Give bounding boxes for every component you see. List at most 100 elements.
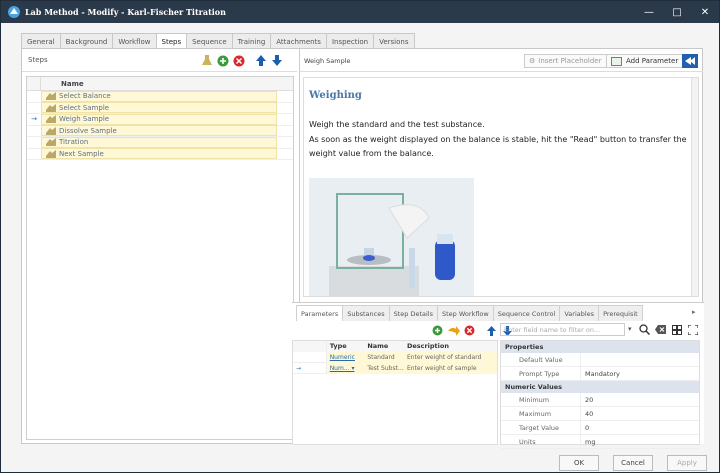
column-name: Name bbox=[61, 79, 84, 88]
clear-filter-icon[interactable] bbox=[654, 323, 667, 336]
app-icon bbox=[8, 6, 20, 18]
step-row[interactable]: Titration bbox=[27, 136, 293, 149]
property-name: Default Value bbox=[501, 352, 581, 367]
property-name: Units bbox=[501, 434, 581, 449]
type-cell[interactable]: Numeric bbox=[326, 351, 365, 363]
step-name-cell[interactable]: Dissolve Sample bbox=[41, 125, 277, 137]
bottom-tab-step-details[interactable]: Step Details bbox=[388, 305, 438, 321]
move-down-icon[interactable] bbox=[270, 54, 283, 67]
param-row[interactable]: → Num... ▾ Test Subst... Enter weight of sa… bbox=[293, 362, 497, 374]
bottom-tab-substances[interactable]: Substances bbox=[342, 305, 390, 321]
insert-placeholder-button[interactable]: ⚙ Insert Placeholder bbox=[524, 54, 607, 68]
property-section-header[interactable]: Properties bbox=[501, 341, 699, 353]
tab-workflow[interactable]: Workflow bbox=[112, 33, 157, 49]
step-row[interactable]: Select Balance bbox=[27, 90, 293, 103]
header-type: Type bbox=[326, 340, 365, 352]
window-title: Lab Method - Modify - Karl-Fischer Titra… bbox=[25, 7, 226, 17]
step-name-cell[interactable]: Weigh Sample bbox=[41, 113, 277, 125]
row-indicator: → bbox=[31, 115, 37, 124]
expand-all-icon[interactable] bbox=[686, 323, 699, 336]
property-value[interactable]: 20 bbox=[581, 396, 593, 404]
bottom-tab-parameters[interactable]: Parameters bbox=[296, 305, 344, 321]
step-row[interactable]: Select Sample bbox=[27, 102, 293, 114]
tab-attachments[interactable]: Attachments bbox=[270, 33, 327, 49]
step-name-cell[interactable]: Select Balance bbox=[41, 90, 277, 102]
steps-panel: Steps Name Select Balance Select Sample → W… bbox=[21, 48, 704, 449]
bottom-tab-variables[interactable]: Variables bbox=[559, 305, 600, 321]
name-cell[interactable]: Test Subst... bbox=[364, 362, 404, 374]
description-cell[interactable]: Enter weight of sample bbox=[403, 362, 497, 374]
property-value[interactable]: Mandatory bbox=[581, 370, 620, 378]
step-icon bbox=[46, 138, 56, 147]
minimize-button[interactable]: — bbox=[635, 1, 663, 23]
steps-toolbar bbox=[200, 54, 286, 67]
bottom-tab-prerequisit[interactable]: Prerequisit bbox=[598, 305, 643, 321]
maximize-button[interactable]: □ bbox=[663, 1, 691, 23]
ok-button[interactable]: OK bbox=[559, 455, 599, 471]
tab-sequence[interactable]: Sequence bbox=[186, 33, 233, 49]
bottom-tab-step-workflow[interactable]: Step Workflow bbox=[437, 305, 494, 321]
add-icon[interactable] bbox=[216, 54, 229, 67]
delete-param-icon[interactable] bbox=[463, 324, 476, 337]
step-row[interactable]: Dissolve Sample bbox=[27, 125, 293, 137]
collapse-icon[interactable] bbox=[682, 54, 698, 68]
property-row[interactable]: Default Value bbox=[501, 352, 699, 367]
header-description: Description bbox=[403, 340, 497, 352]
param-up-icon[interactable] bbox=[485, 324, 498, 337]
row-indicator bbox=[27, 137, 41, 148]
row-indicator: → bbox=[293, 362, 327, 374]
steps-grid: Name Select Balance Select Sample → Weigh S… bbox=[26, 76, 294, 440]
name-cell[interactable]: Standard bbox=[364, 351, 404, 363]
filter-dropdown-icon[interactable]: ▾ bbox=[628, 325, 632, 333]
add-param-icon[interactable] bbox=[431, 324, 444, 337]
step-row[interactable]: → Weigh Sample bbox=[27, 113, 293, 126]
tab-training[interactable]: Training bbox=[231, 33, 272, 49]
property-row[interactable]: Target Value 0 bbox=[501, 420, 699, 435]
flask-icon[interactable] bbox=[200, 54, 213, 67]
description-cell[interactable]: Enter weight of standard bbox=[403, 351, 497, 363]
cancel-button[interactable]: Cancel bbox=[613, 455, 653, 471]
step-row[interactable]: Next Sample bbox=[27, 148, 293, 160]
type-cell[interactable]: Num... ▾ bbox=[326, 362, 365, 374]
tab-background[interactable]: Background bbox=[59, 33, 114, 49]
property-value[interactable]: mg bbox=[581, 438, 595, 446]
filter-toolbar bbox=[638, 323, 702, 336]
property-section-header[interactable]: Numeric Values bbox=[501, 381, 699, 393]
move-up-icon[interactable] bbox=[254, 54, 267, 67]
step-name: Select Balance bbox=[59, 92, 111, 101]
property-value[interactable]: 0 bbox=[581, 424, 589, 432]
search-icon[interactable] bbox=[638, 323, 651, 336]
step-name-cell[interactable]: Next Sample bbox=[41, 148, 277, 160]
tab-versions[interactable]: Versions bbox=[373, 33, 415, 49]
property-row[interactable]: Maximum 40 bbox=[501, 406, 699, 421]
apply-button[interactable]: Apply bbox=[667, 455, 707, 471]
insert-arrow-icon[interactable] bbox=[447, 324, 460, 337]
property-filter-input[interactable]: Enter field name to filter on... bbox=[500, 323, 625, 336]
properties-grid: Properties Default Value Prompt Type Mandat… bbox=[500, 340, 700, 449]
collapse-all-icon[interactable] bbox=[670, 323, 683, 336]
content-line-1: Weigh the standard and the test substanc… bbox=[309, 120, 485, 129]
property-row[interactable]: Prompt Type Mandatory bbox=[501, 366, 699, 381]
step-name-cell[interactable]: Select Sample bbox=[41, 102, 277, 114]
step-name-cell[interactable]: Titration bbox=[41, 136, 277, 148]
property-value[interactable]: 40 bbox=[581, 410, 593, 418]
add-parameter-button[interactable]: Add Parameter bbox=[606, 54, 684, 68]
row-indicator bbox=[27, 125, 41, 136]
property-name: Minimum bbox=[501, 392, 581, 407]
delete-icon[interactable] bbox=[232, 54, 245, 67]
step-content: Weighing Weigh the standard and the test… bbox=[303, 77, 699, 297]
step-name: Dissolve Sample bbox=[59, 126, 117, 135]
params-header-row: Type Name Description bbox=[293, 340, 497, 352]
bottom-tab-sequence-control[interactable]: Sequence Control bbox=[492, 305, 561, 321]
steps-label: Steps bbox=[28, 56, 48, 64]
content-heading: Weighing bbox=[309, 90, 362, 101]
property-row[interactable]: Minimum 20 bbox=[501, 392, 699, 407]
property-row[interactable]: Units mg bbox=[501, 434, 699, 449]
tab-inspection[interactable]: Inspection bbox=[325, 33, 375, 49]
close-button[interactable]: ✕ bbox=[691, 1, 719, 23]
balance-image bbox=[309, 178, 474, 296]
tab-general[interactable]: General bbox=[21, 33, 61, 49]
tabs-scroll-right-icon[interactable]: ▸ bbox=[692, 308, 696, 316]
param-row[interactable]: Numeric Standard Enter weight of standard bbox=[293, 351, 497, 363]
content-scrollbar[interactable] bbox=[691, 78, 698, 296]
